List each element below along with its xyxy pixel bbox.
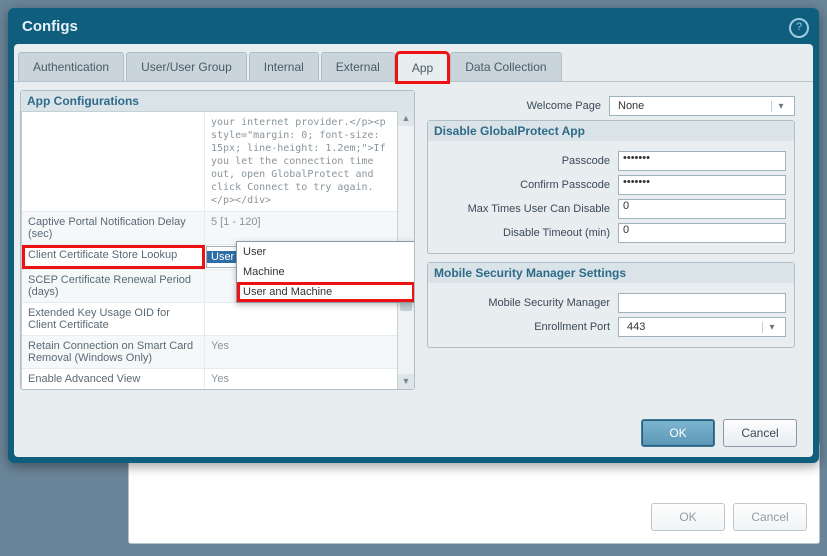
disable-timeout-input[interactable]: 0	[618, 223, 786, 243]
outer-ok-button: OK	[651, 503, 725, 531]
confirm-passcode-input[interactable]: •••••••	[618, 175, 786, 195]
tab-data-collection[interactable]: Data Collection	[450, 52, 561, 81]
disable-timeout-label: Disable Timeout (min)	[436, 227, 618, 239]
disable-globalprotect-fieldset: Disable GlobalProtect App Passcode••••••…	[427, 120, 795, 254]
config-row-value[interactable]: your internet provider.</p><p style="mar…	[205, 112, 397, 211]
config-row-label: Captive Portal Notification Delay (sec)	[22, 212, 205, 244]
max-times-input[interactable]: 0	[618, 199, 786, 219]
dialog-title: Configs	[8, 8, 819, 45]
tab-authentication[interactable]: Authentication	[18, 52, 124, 81]
dropdown-option-machine[interactable]: Machine	[237, 262, 414, 282]
config-row-label: Extended Key Usage OID for Client Certif…	[22, 303, 205, 335]
chevron-down-icon[interactable]: ▾	[771, 101, 790, 112]
chevron-down-icon[interactable]: ▾	[762, 322, 781, 333]
outer-cancel-button: Cancel	[733, 503, 807, 531]
passcode-input[interactable]: •••••••	[618, 151, 786, 171]
configs-dialog: Configs ? Authentication User/User Group…	[8, 8, 819, 463]
config-row-value[interactable]	[205, 303, 397, 335]
welcome-page-value: None	[614, 100, 771, 112]
welcome-page-row: Welcome Page None ▾	[427, 96, 795, 116]
tab-internal[interactable]: Internal	[249, 52, 319, 81]
config-row-value[interactable]: Yes	[205, 369, 397, 389]
cancel-button[interactable]: Cancel	[723, 419, 797, 447]
client-cert-store-lookup-dropdown[interactable]: User Machine User and Machine	[236, 241, 414, 303]
config-row-label: Enable Advanced View	[22, 369, 205, 389]
app-configurations-title: App Configurations	[21, 91, 414, 111]
tab-strip: Authentication User/User Group Internal …	[14, 44, 813, 82]
dropdown-option-user-and-machine[interactable]: User and Machine	[237, 282, 414, 302]
tab-user-group[interactable]: User/User Group	[126, 52, 247, 81]
dropdown-option-user[interactable]: User	[237, 242, 414, 262]
welcome-page-select[interactable]: None ▾	[609, 96, 795, 116]
msm-settings-fieldset: Mobile Security Manager Settings Mobile …	[427, 262, 795, 348]
passcode-label: Passcode	[436, 155, 618, 167]
enrollment-port-select[interactable]: 443 ▾	[618, 317, 786, 337]
dialog-body: Authentication User/User Group Internal …	[14, 44, 813, 457]
right-panel: Welcome Page None ▾ Disable GlobalProtec…	[423, 88, 807, 398]
config-row-value[interactable]: 5 [1 - 120]	[205, 212, 397, 244]
enrollment-port-label: Enrollment Port	[436, 321, 618, 333]
msm-label: Mobile Security Manager	[436, 297, 618, 309]
scroll-down-arrow-icon[interactable]: ▼	[398, 374, 414, 389]
max-times-label: Max Times User Can Disable	[436, 203, 618, 215]
msm-input[interactable]	[618, 293, 786, 313]
config-row-value[interactable]: Yes	[205, 336, 397, 368]
ok-button[interactable]: OK	[641, 419, 715, 447]
dialog-button-bar: OK Cancel	[641, 419, 797, 447]
config-row-label: SCEP Certificate Renewal Period (days)	[22, 270, 205, 302]
app-config-grid: your internet provider.</p><p style="mar…	[21, 111, 414, 389]
confirm-passcode-label: Confirm Passcode	[436, 179, 618, 191]
config-row-label	[22, 112, 205, 211]
scroll-up-arrow-icon[interactable]: ▲	[398, 111, 414, 126]
welcome-page-label: Welcome Page	[427, 100, 609, 112]
app-configurations-fieldset: App Configurations your internet provide…	[20, 90, 415, 390]
config-row-label: Retain Connection on Smart Card Removal …	[22, 336, 205, 368]
tab-external[interactable]: External	[321, 52, 395, 81]
help-icon[interactable]: ?	[789, 18, 809, 38]
tab-app[interactable]: App	[397, 53, 448, 82]
client-cert-store-lookup-label: Client Certificate Store Lookup	[22, 245, 205, 269]
outer-button-bar: OK Cancel	[651, 503, 807, 531]
enrollment-port-value: 443	[623, 321, 762, 333]
disable-globalprotect-title: Disable GlobalProtect App	[428, 121, 794, 141]
msm-settings-title: Mobile Security Manager Settings	[428, 263, 794, 283]
